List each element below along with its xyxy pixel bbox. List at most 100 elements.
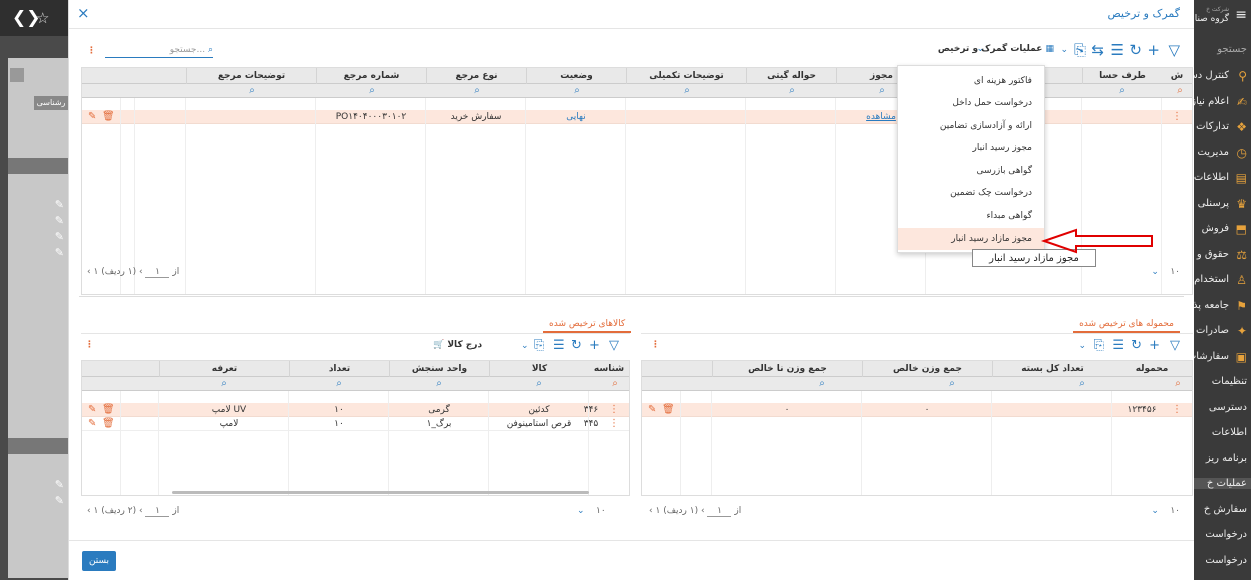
filter-icon[interactable]: ▽ bbox=[1168, 42, 1180, 58]
col-header[interactable]: شماره مرجع bbox=[316, 68, 426, 84]
col-header[interactable]: شناسه bbox=[589, 361, 629, 377]
tab-cleared-goods[interactable]: کالاهای ترخیص شده bbox=[543, 315, 632, 333]
table-row[interactable]: ⋮ ۱۲۳۴۵۶ ۰ ۰ 🗑 ✎ bbox=[642, 403, 1192, 417]
star-icon[interactable]: ☆ bbox=[36, 9, 49, 27]
table-row[interactable]: ⋮ ۳۴۵ قرص استامینوفن برگ_۱ ۱۰ لامپ 🗑 ✎ bbox=[82, 417, 629, 431]
add-icon[interactable]: + bbox=[1149, 338, 1160, 354]
sidebar-item[interactable]: درخواست bbox=[1205, 529, 1247, 540]
sidebar-item[interactable]: تدارکات bbox=[1196, 121, 1229, 132]
sidebar-item[interactable]: اعلام نیاز bbox=[1191, 96, 1229, 107]
col-header[interactable]: توضیحات تکمیلی bbox=[626, 68, 746, 84]
refresh-icon[interactable]: ↻ bbox=[1129, 42, 1142, 58]
export-icon[interactable]: ⎘ bbox=[1074, 42, 1086, 58]
sidebar-item[interactable]: جامعه پذ bbox=[1193, 300, 1229, 311]
edit-icon[interactable]: ✎ bbox=[88, 110, 96, 124]
more-icon[interactable]: ⋮ bbox=[651, 340, 660, 350]
search-icon[interactable]: ⌕ bbox=[362, 84, 382, 98]
filter-icon[interactable]: ▽ bbox=[1170, 338, 1180, 354]
search-icon[interactable]: ⌕ bbox=[214, 377, 234, 391]
next-icon[interactable]: › bbox=[139, 267, 143, 277]
more-icon[interactable]: ⋮ bbox=[85, 340, 94, 350]
splitter[interactable] bbox=[79, 296, 1184, 297]
edit-icon[interactable]: ✎ bbox=[55, 246, 64, 259]
col-header[interactable]: محموله bbox=[1112, 361, 1192, 377]
menu-item[interactable]: ارائه و آزادسازی تضامین bbox=[896, 115, 1032, 137]
search-icon[interactable]: ⌕ bbox=[329, 377, 349, 391]
menu-item[interactable]: گواهی مبداء bbox=[896, 205, 1032, 227]
list-icon[interactable]: ☰ bbox=[553, 338, 565, 354]
chevron-down-icon[interactable]: ⌄ bbox=[1078, 338, 1086, 354]
col-header[interactable]: توضیحات مرجع bbox=[186, 68, 316, 84]
edit-icon[interactable]: ✎ bbox=[55, 198, 64, 211]
sidebar-item[interactable]: صادرات bbox=[1196, 325, 1229, 336]
menu-item[interactable]: مجوز رسید انبار bbox=[896, 137, 1032, 159]
search-icon[interactable]: ⌕ bbox=[467, 84, 487, 98]
menu-item[interactable]: گواهی بازرسی bbox=[896, 160, 1032, 182]
sidebar-item[interactable]: فروش bbox=[1202, 223, 1229, 234]
col-header[interactable]: وضعیت bbox=[526, 68, 626, 84]
page-size[interactable]: ⌄ ۱۰ bbox=[1151, 267, 1180, 277]
refresh-icon[interactable]: ↻ bbox=[1131, 338, 1142, 354]
sidebar-search[interactable]: جستجو bbox=[1217, 44, 1247, 55]
sidebar-item[interactable]: برنامه ریز bbox=[1206, 453, 1247, 464]
search-icon[interactable]: ⌕ bbox=[782, 84, 802, 98]
page-size[interactable]: ⌄ ۱۰ bbox=[1151, 506, 1180, 516]
col-header[interactable]: واحد سنجش bbox=[389, 361, 489, 377]
sidebar-item[interactable]: دسترسی bbox=[1209, 402, 1247, 413]
sidebar-item[interactable]: درخواست bbox=[1205, 555, 1247, 566]
tab-cleared-shipments[interactable]: محموله های ترخیص شده bbox=[1073, 315, 1180, 333]
sidebar-item[interactable]: استخدام bbox=[1194, 274, 1229, 285]
edit-icon[interactable]: ✎ bbox=[55, 214, 64, 227]
clear-filter-icon[interactable]: ⌕ bbox=[1168, 377, 1188, 391]
clear-filter-icon[interactable]: ⌕ bbox=[605, 377, 625, 391]
customs-ops-menu[interactable]: عملیات گمرک و ترخیص ▦ bbox=[938, 44, 1054, 54]
col-header[interactable]: تعداد کل بسته bbox=[992, 361, 1112, 377]
prev-icon[interactable]: ‹ bbox=[87, 267, 91, 277]
prev-icon[interactable]: ‹ bbox=[649, 506, 653, 516]
sidebar-item[interactable]: تنظیمات bbox=[1212, 376, 1247, 387]
col-header[interactable]: ش bbox=[1162, 68, 1192, 84]
delete-icon[interactable]: 🗑 bbox=[662, 403, 675, 417]
refresh-icon[interactable]: ↻ bbox=[571, 338, 582, 354]
menu-icon[interactable]: ≡ bbox=[1235, 7, 1247, 23]
page-input[interactable]: ۱ bbox=[145, 267, 170, 278]
edit-icon[interactable]: ✎ bbox=[88, 403, 96, 417]
page-input[interactable]: ۱ bbox=[707, 506, 732, 517]
edit-icon[interactable]: ✎ bbox=[648, 403, 656, 417]
transfer-icon[interactable]: ⇆ bbox=[1091, 42, 1104, 58]
menu-item[interactable]: فاکتور هزینه ای bbox=[896, 70, 1032, 92]
page-input[interactable]: ۱ bbox=[145, 506, 170, 517]
more-icon[interactable]: ⋮ bbox=[1172, 110, 1182, 124]
collapse-button[interactable] bbox=[10, 68, 24, 82]
prev-icon[interactable]: ‹ bbox=[87, 506, 91, 516]
edit-icon[interactable]: ✎ bbox=[55, 478, 64, 491]
sidebar-item[interactable]: پرسنلی bbox=[1198, 198, 1229, 209]
delete-icon[interactable]: 🗑 bbox=[102, 403, 115, 417]
export-icon[interactable]: ⎘ bbox=[534, 338, 544, 354]
edit-icon[interactable]: ✎ bbox=[55, 230, 64, 243]
table-row[interactable]: ⋮ ۳۴۶ کدئین گرمی ۱۰ لامپ UV 🗑 ✎ bbox=[82, 403, 629, 417]
filter-icon[interactable]: ▽ bbox=[609, 338, 619, 354]
search-icon[interactable]: ⌕ bbox=[942, 377, 962, 391]
col-header[interactable]: نوع مرجع bbox=[426, 68, 526, 84]
h-scrollbar[interactable] bbox=[172, 491, 589, 494]
close-icon[interactable]: × bbox=[77, 4, 90, 22]
search-icon[interactable]: ⌕ bbox=[529, 377, 549, 391]
next-icon[interactable]: › bbox=[701, 506, 705, 516]
col-header[interactable]: جمع وزن نا خالص bbox=[712, 361, 862, 377]
menu-item-highlighted[interactable]: مجوز مازاد رسید انبار bbox=[898, 228, 1044, 250]
clear-filter-icon[interactable]: ⌕ bbox=[1170, 84, 1190, 98]
page-size[interactable]: ⌄ ۱۰ bbox=[577, 506, 606, 516]
col-header[interactable]: طرف حسا bbox=[1082, 68, 1162, 84]
close-button[interactable]: بستن bbox=[82, 551, 116, 571]
add-goods-button[interactable]: 🛒 درج کالا bbox=[433, 340, 482, 350]
chevron-down-icon[interactable]: ⌄ bbox=[521, 338, 529, 354]
search-input[interactable]: جستجو... ⌕ bbox=[105, 45, 213, 58]
search-icon[interactable]: ⌕ bbox=[872, 84, 892, 98]
search-icon[interactable]: ⌕ bbox=[429, 377, 449, 391]
add-icon[interactable]: + bbox=[1147, 42, 1160, 58]
delete-icon[interactable]: 🗑 bbox=[102, 417, 115, 431]
col-header[interactable]: تعداد bbox=[289, 361, 389, 377]
export-icon[interactable]: ⎘ bbox=[1094, 338, 1104, 354]
more-icon[interactable]: ⋮ bbox=[87, 46, 96, 56]
